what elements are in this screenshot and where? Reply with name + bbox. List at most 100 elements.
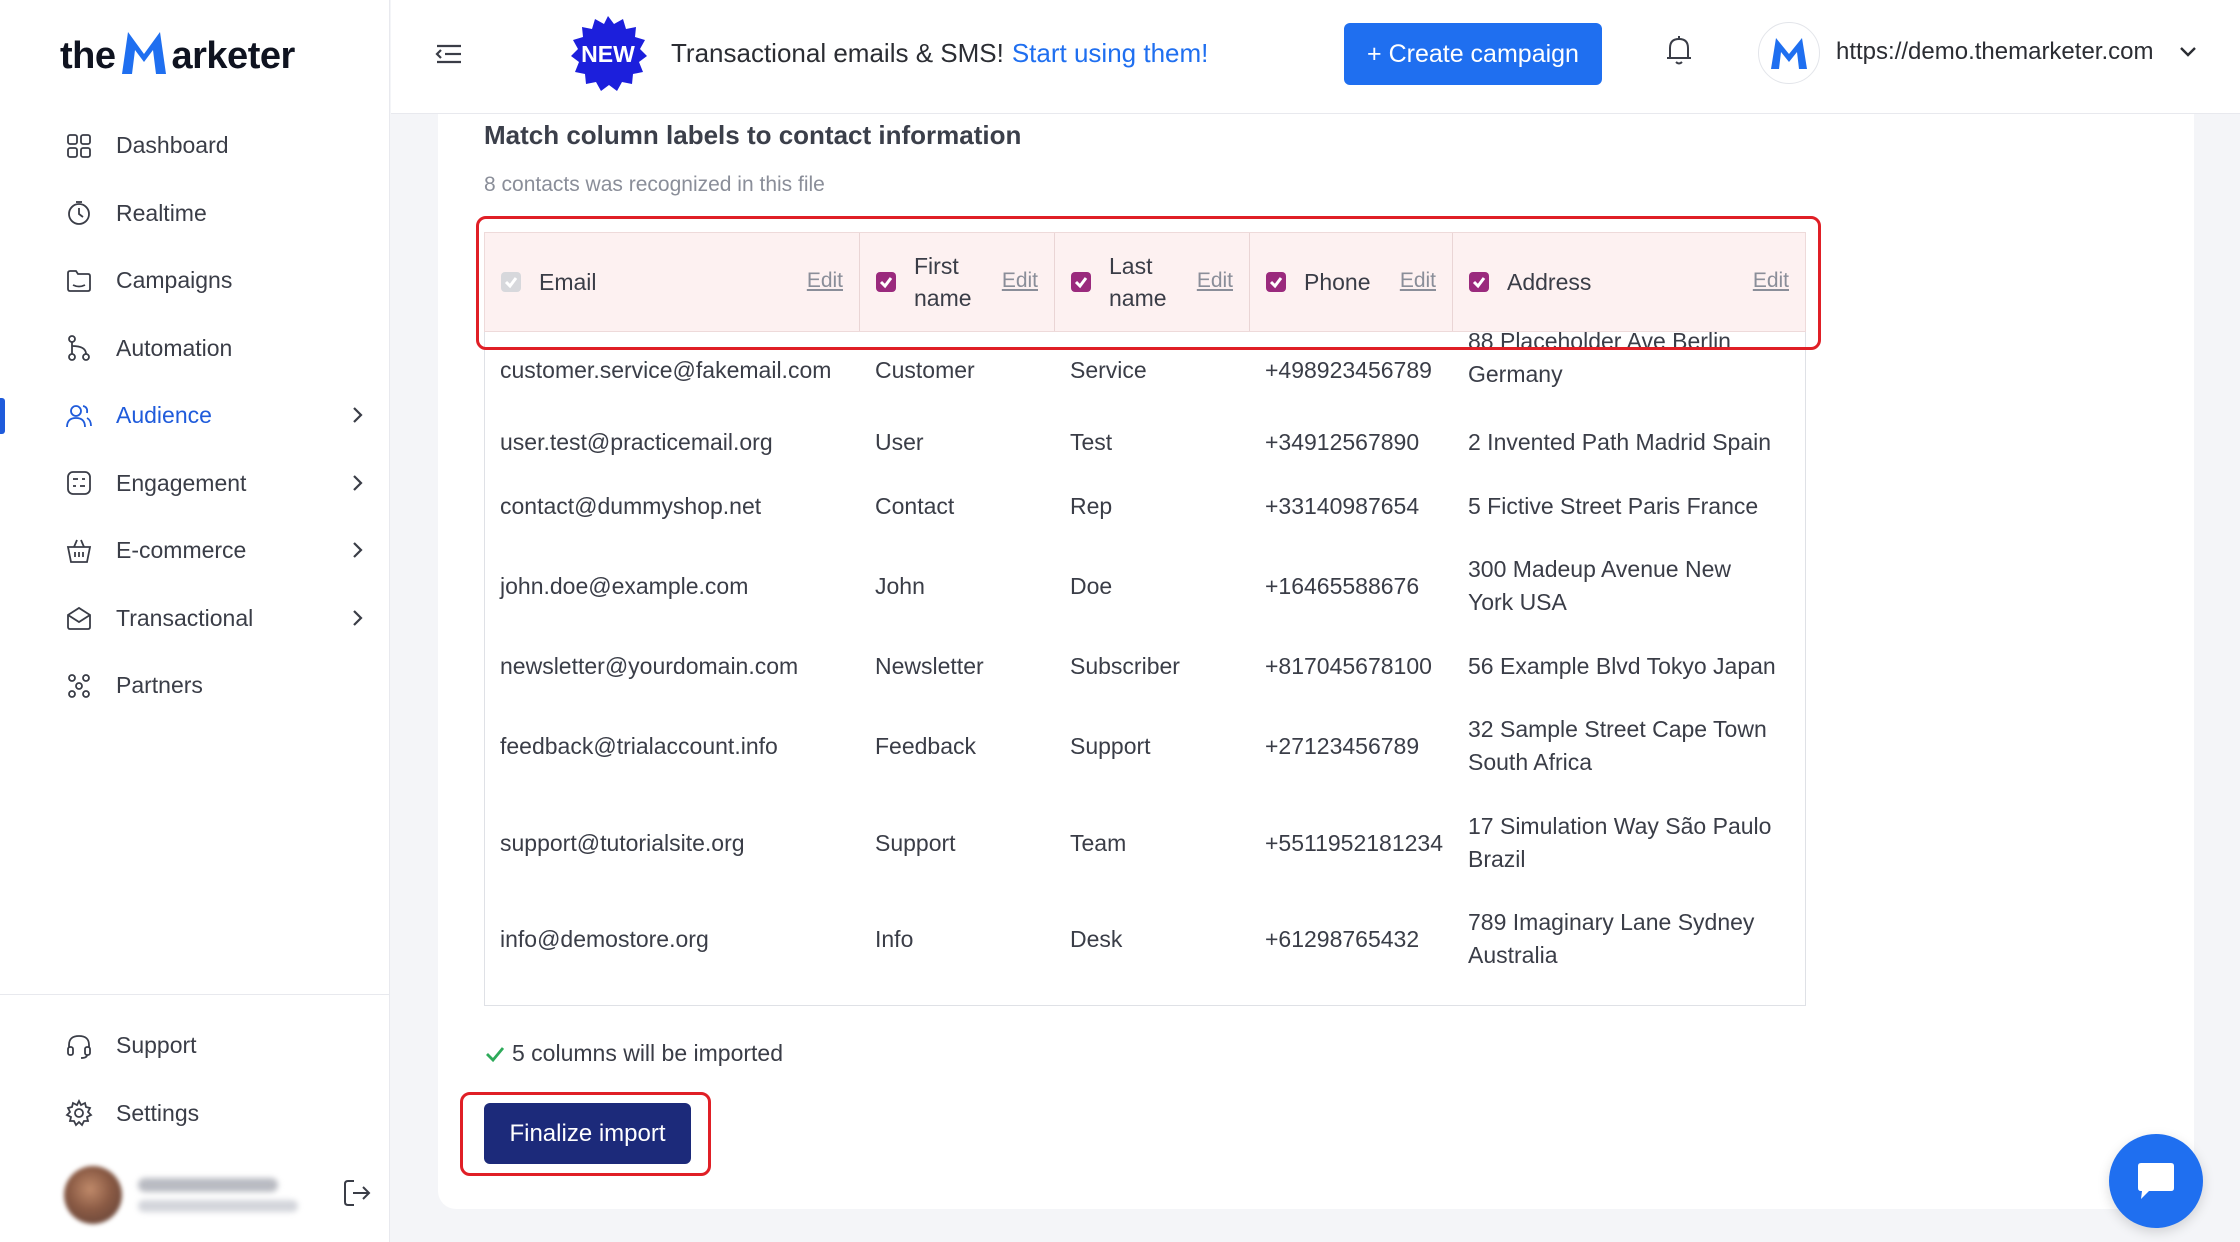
edit-column-link[interactable]: Edit [1197,269,1233,293]
sidebar-nav: Dashboard Realtime Campaigns Automation … [0,112,390,720]
cell-first-name: User [875,428,924,455]
sidebar-item-label: Automation [116,334,233,361]
cell-phone: +5511952181234 [1265,829,1444,856]
menu-toggle-icon[interactable] [433,38,465,70]
promo-text: Transactional emails & SMS! [671,38,1004,68]
cell-first-name: Feedback [875,732,977,759]
cell-email: info@demostore.org [500,925,709,952]
brand-logo[interactable]: the arketer [60,18,295,78]
automation-icon [64,333,94,363]
campaigns-icon [64,266,94,296]
new-badge: NEW [568,14,648,94]
settings-icon [64,1098,94,1128]
cell-phone: +16465588676 [1265,572,1420,599]
cell-last-name: Subscriber [1070,652,1180,679]
logo-m-icon [121,32,166,74]
sidebar-item-campaigns[interactable]: Campaigns [0,247,390,315]
sidebar-item-transactional[interactable]: Transactional [0,585,390,653]
column-checkbox-email [501,272,521,292]
column-header-email: Email Edit [485,233,860,331]
sidebar-item-label: E-commerce [116,537,247,564]
cell-address: 56 Example Blvd Tokyo Japan [1468,652,1776,679]
cell-first-name: Contact [875,492,955,519]
ecommerce-icon [64,536,94,566]
cell-address: 2 Invented Path Madrid Spain [1468,428,1772,455]
cell-last-name: Doe [1070,572,1113,599]
user-profile[interactable] [64,1162,384,1228]
cell-email: contact@dummyshop.net [500,492,762,519]
promo-banner: Transactional emails & SMS! Start using t… [671,38,1208,69]
chevron-down-icon[interactable] [2176,40,2200,64]
cell-last-name: Team [1070,829,1127,856]
cell-last-name: Rep [1070,492,1113,519]
sidebar-item-label: Campaigns [116,267,233,294]
sidebar-item-label: Settings [116,1099,200,1126]
cell-last-name: Test [1070,428,1113,455]
column-checkbox-address[interactable] [1469,272,1489,292]
sidebar-item-label: Dashboard [116,132,229,159]
table-row: user.test@practicemail.org User Test +34… [484,408,1806,476]
cell-phone: +61298765432 [1265,925,1420,952]
create-campaign-button[interactable]: + Create campaign [1344,23,1602,85]
page-title: Match column labels to contact informati… [484,120,1022,150]
notifications-bell-icon[interactable] [1661,32,1697,68]
table-row: info@demostore.org Info Desk +6129876543… [484,890,1806,988]
sidebar-item-realtime[interactable]: Realtime [0,180,390,248]
sidebar-item-settings[interactable]: Settings [0,1080,390,1148]
cell-phone: +27123456789 [1265,732,1420,759]
edit-column-link[interactable]: Edit [1002,269,1038,293]
table-row: feedback@trialaccount.info Feedback Supp… [484,696,1806,796]
sidebar-divider [0,994,390,995]
transactional-icon [64,603,94,633]
chevron-right-icon [346,607,368,629]
chevron-right-icon [346,404,368,426]
sidebar-item-support[interactable]: Support [0,1012,390,1080]
sidebar-item-label: Transactional [116,604,254,631]
sidebar-item-engagement[interactable]: Engagement [0,450,390,518]
sidebar-item-label: Realtime [116,199,207,226]
table-row: john.doe@example.com John Doe +164655886… [484,536,1806,636]
table-body: customer.service@fakemail.com Customer S… [484,328,1806,988]
cell-address: 17 Simulation Way São Paulo Brazil [1468,813,1772,872]
support-icon [64,1031,94,1061]
logout-icon[interactable] [340,1176,374,1210]
cell-email: john.doe@example.com [500,572,749,599]
edit-column-link[interactable]: Edit [1400,269,1436,293]
cell-phone: +34912567890 [1265,428,1420,455]
account-m-icon [1771,38,1807,69]
edit-column-link[interactable]: Edit [807,269,843,293]
cell-email: customer.service@fakemail.com [500,356,832,383]
account-url[interactable]: https://demo.themarketer.com [1836,38,2153,66]
cell-phone: +817045678100 [1265,652,1432,679]
cell-first-name: Customer [875,356,975,383]
sidebar-item-automation[interactable]: Automation [0,315,390,383]
logo-text-right: arketer [171,35,296,77]
table-row: customer.service@fakemail.com Customer S… [484,328,1806,408]
edit-column-link[interactable]: Edit [1753,269,1789,293]
sidebar: the arketer Dashboard Realtime Campaigns [0,0,390,1242]
columns-imported-text: 5 columns will be imported [512,1040,784,1066]
account-logo[interactable] [1758,22,1820,84]
chevron-right-icon [346,472,368,494]
promo-link[interactable]: Start using them! [1012,38,1209,68]
column-checkbox-phone[interactable] [1266,272,1286,292]
cell-email: newsletter@yourdomain.com [500,652,799,679]
column-header-address: Address Edit [1453,233,1805,331]
cell-first-name: John [875,572,925,599]
sidebar-item-ecommerce[interactable]: E-commerce [0,517,390,585]
column-checkbox-last-name[interactable] [1071,272,1091,292]
chat-bubble-icon [2138,1163,2174,1199]
cell-address: 5 Fictive Street Paris France [1468,492,1759,519]
chat-widget-button[interactable] [2109,1134,2203,1228]
sidebar-item-audience[interactable]: Audience [0,382,390,450]
cell-first-name: Newsletter [875,652,984,679]
contacts-recognized-text: 8 contacts was recognized in this file [484,173,825,196]
column-label: Address [1507,269,1592,295]
sidebar-item-partners[interactable]: Partners [0,652,390,720]
cell-first-name: Support [875,829,956,856]
partners-icon [64,671,94,701]
sidebar-item-label: Engagement [116,469,247,496]
column-checkbox-first-name[interactable] [876,272,896,292]
sidebar-item-dashboard[interactable]: Dashboard [0,112,390,180]
finalize-import-button[interactable]: Finalize import [484,1103,691,1164]
